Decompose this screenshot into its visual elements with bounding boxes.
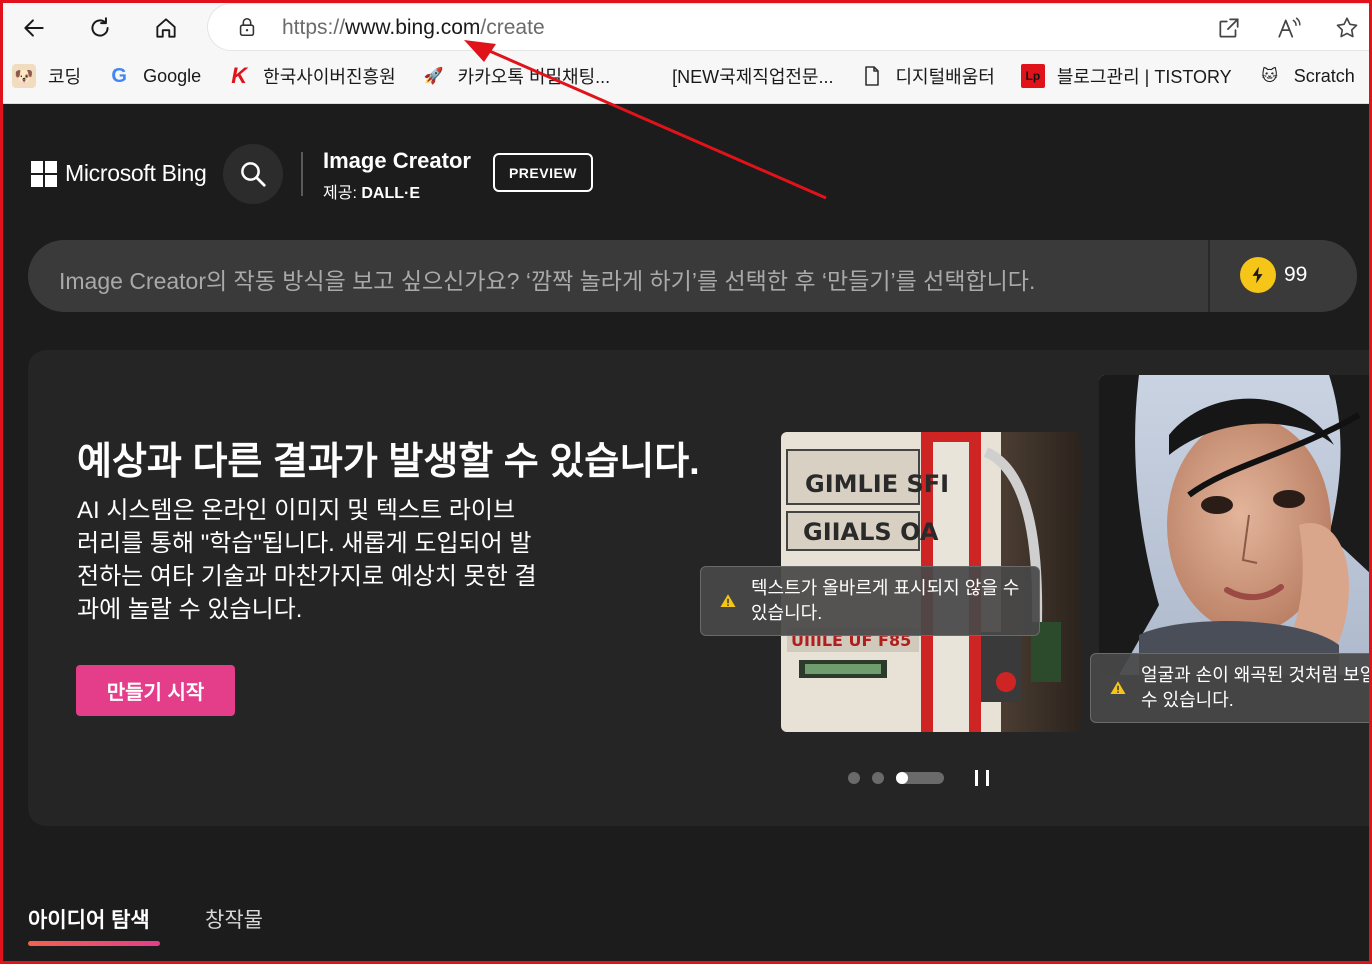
active-tab-indicator bbox=[28, 941, 160, 946]
google-logo-icon: G bbox=[111, 64, 127, 87]
hero-description: AI 시스템은 온라인 이미지 및 텍스트 라이브러리를 통해 "학습"됩니다.… bbox=[77, 497, 537, 623]
back-arrow-icon bbox=[24, 19, 44, 37]
bookmark-label: [NEW국제직업전문... bbox=[672, 67, 834, 87]
warning-text: 얼굴과 손이 왜곡된 것처럼 보일 수 있습니다. bbox=[1141, 665, 1372, 710]
prompt-separator bbox=[1208, 240, 1210, 312]
url-text[interactable]: https://www.bing.com/create bbox=[282, 16, 545, 40]
url-path: /create bbox=[480, 16, 545, 39]
bookmark-label: Scratch bbox=[1293, 65, 1355, 86]
url-scheme: https:// bbox=[282, 16, 346, 39]
kisa-logo-icon: K bbox=[231, 63, 248, 88]
hero-title: 예상과 다른 결과가 발생할 수 있습니다. bbox=[77, 441, 700, 483]
warning-icon bbox=[1110, 681, 1126, 694]
back-button[interactable] bbox=[14, 8, 54, 48]
carousel-dot[interactable] bbox=[848, 772, 860, 784]
hero-card: 예상과 다른 결과가 발생할 수 있습니다. AI 시스템은 온라인 이미지 및… bbox=[28, 350, 1372, 826]
document-icon bbox=[864, 66, 879, 86]
prompt-input[interactable]: Image Creator의 작동 방식을 보고 싶으신가요? ‘깜짝 놀라게 … bbox=[59, 262, 1149, 296]
bookmark-scratch[interactable]: 🐱 Scratch bbox=[1258, 64, 1355, 88]
pause-icon bbox=[975, 770, 978, 786]
provider-label: 제공: bbox=[323, 185, 357, 202]
url-domain: www.bing.com bbox=[345, 16, 481, 39]
pause-button[interactable] bbox=[975, 770, 989, 786]
microsoft-bing-logo[interactable]: Microsoft Bing bbox=[31, 160, 207, 187]
portrait-image bbox=[1099, 375, 1372, 675]
lightning-coin-icon bbox=[1240, 257, 1276, 293]
provider-name: DALL·E bbox=[361, 185, 420, 202]
bookmark-label: 블로그관리 | TISTORY bbox=[1056, 67, 1232, 87]
product-title: Image Creator bbox=[323, 148, 471, 173]
bookmark-label: 디지털배움터 bbox=[895, 67, 995, 87]
bookmarks-bar: 🐶 코딩 G Google K 한국사이버진흥원 🚀 카카오톡 비밀채팅... … bbox=[0, 56, 1372, 96]
windows-logo-icon bbox=[31, 160, 57, 187]
carousel-indicators bbox=[848, 772, 944, 784]
rocket-favicon-icon: 🚀 bbox=[423, 68, 444, 85]
face-warning-tooltip: 얼굴과 손이 왜곡된 것처럼 보일 수 있습니다. bbox=[1090, 653, 1372, 723]
gas-sign-line-1: GIMLIE SFI bbox=[805, 470, 949, 498]
bookmark-label: 카카오톡 비밀채팅... bbox=[457, 67, 611, 87]
home-button[interactable] bbox=[146, 8, 186, 48]
bookmark-label: 한국사이버진흥원 bbox=[263, 67, 396, 87]
dog-favicon-icon: 🐶 bbox=[12, 64, 36, 88]
carousel-dot[interactable] bbox=[872, 772, 884, 784]
start-create-button[interactable]: 만들기 시작 bbox=[76, 665, 235, 716]
carousel-dot-active[interactable] bbox=[896, 772, 944, 784]
bookmark-coding[interactable]: 🐶 코딩 bbox=[12, 63, 81, 89]
text-warning-tooltip: 텍스트가 올바르게 표시되지 않을 수 있습니다. bbox=[700, 566, 1040, 636]
bookmark-google[interactable]: G Google bbox=[107, 64, 201, 88]
header-divider bbox=[301, 152, 303, 196]
favorite-star-icon[interactable] bbox=[1334, 15, 1360, 41]
cat-favicon-icon: 🐱 bbox=[1261, 68, 1279, 85]
bing-page: Microsoft Bing Image Creator 제공: DALL·E … bbox=[0, 104, 1372, 964]
boost-counter[interactable]: 99 bbox=[1240, 257, 1307, 293]
gas-sign-line-2: GIIALS OA bbox=[803, 518, 939, 546]
search-button[interactable] bbox=[223, 144, 283, 204]
lock-icon[interactable] bbox=[236, 16, 258, 38]
brand-name: Microsoft Bing bbox=[65, 160, 207, 186]
provider-line: 제공: DALL·E bbox=[323, 179, 420, 203]
lp-logo-icon: Lp bbox=[1020, 64, 1045, 88]
prompt-bar[interactable]: Image Creator의 작동 방식을 보고 싶으신가요? ‘깜짝 놀라게 … bbox=[28, 240, 1357, 312]
bookmark-digital[interactable]: 디지털배움터 bbox=[860, 63, 995, 89]
boost-count: 99 bbox=[1284, 263, 1308, 286]
bookmark-new-job[interactable]: [NEW국제직업전문... bbox=[672, 63, 833, 89]
tab-creations[interactable]: 창작물 bbox=[205, 904, 263, 934]
home-icon bbox=[156, 18, 176, 38]
bookmark-tistory[interactable]: Lp 블로그관리 | TISTORY bbox=[1020, 63, 1232, 89]
refresh-icon bbox=[91, 17, 109, 37]
bookmark-label: Google bbox=[143, 65, 202, 86]
tab-explore-ideas[interactable]: 아이디어 탐색 bbox=[28, 904, 150, 934]
read-aloud-icon[interactable] bbox=[1276, 15, 1302, 41]
search-icon bbox=[241, 162, 266, 187]
bookmark-label: 코딩 bbox=[48, 67, 82, 87]
preview-badge: PREVIEW bbox=[493, 153, 593, 192]
browser-chrome: https://www.bing.com/create 🐶 코딩 G Googl… bbox=[0, 0, 1372, 104]
bookmark-kakao[interactable]: 🚀 카카오톡 비밀채팅... bbox=[422, 63, 610, 89]
open-in-app-icon[interactable] bbox=[1216, 15, 1242, 41]
warning-icon bbox=[720, 594, 736, 607]
refresh-button[interactable] bbox=[80, 8, 120, 48]
bookmark-kisa[interactable]: K 한국사이버진흥원 bbox=[227, 63, 395, 89]
warning-text: 텍스트가 올바르게 표시되지 않을 수 있습니다. bbox=[751, 578, 1020, 623]
address-bar[interactable]: https://www.bing.com/create bbox=[208, 4, 1370, 50]
